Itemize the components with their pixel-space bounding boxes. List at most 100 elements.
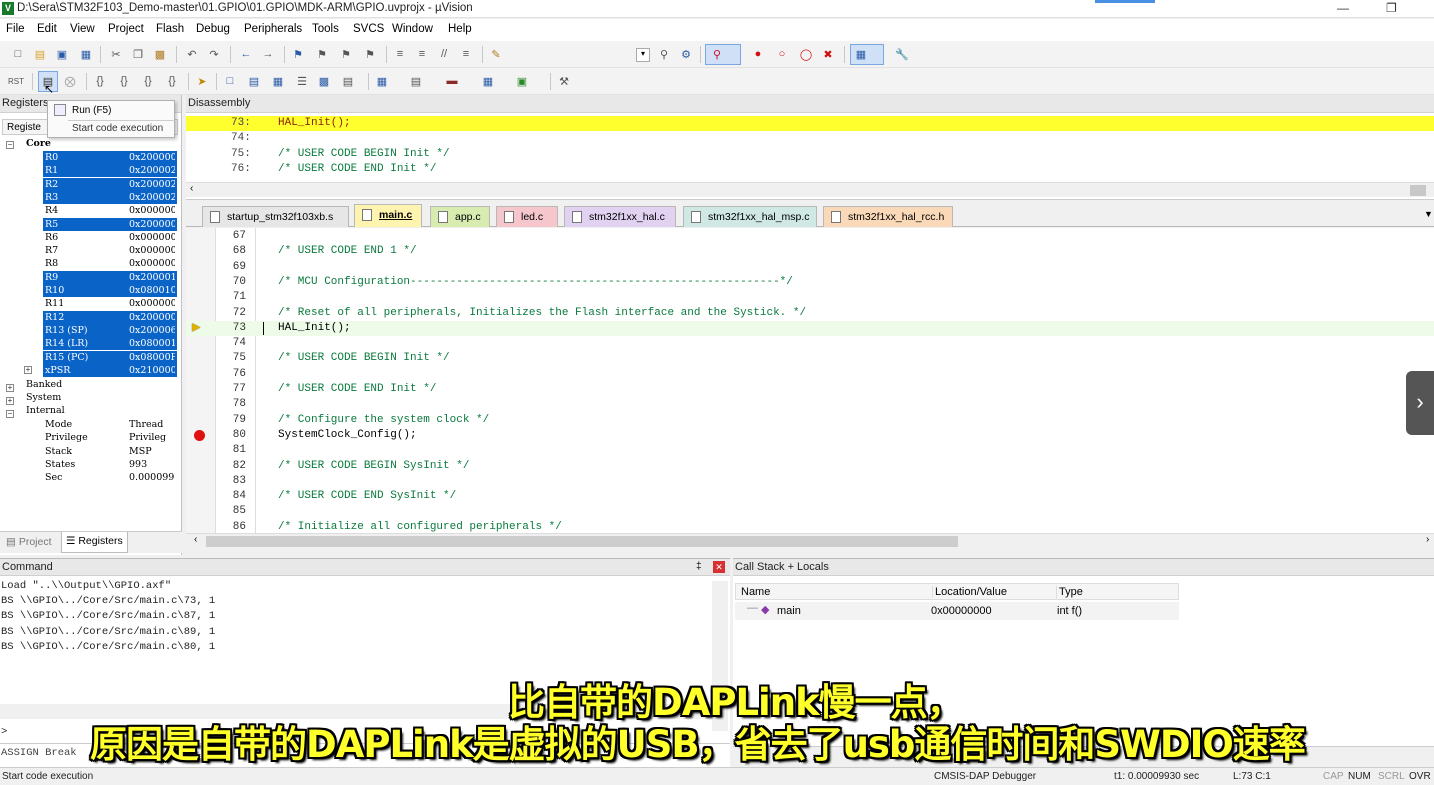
register-value[interactable]: 0x000000 xyxy=(129,257,175,270)
disassembly-line[interactable]: 75: /* USER CODE BEGIN Init */ xyxy=(186,147,1434,162)
code-line[interactable]: 68 /* USER CODE END 1 */ xyxy=(186,244,1434,259)
menu-window[interactable]: Window xyxy=(392,23,433,35)
code-line[interactable]: 74 xyxy=(186,336,1434,351)
register-row[interactable]: R0 0x200000 xyxy=(0,151,178,164)
register-row[interactable]: R10 0x080010 xyxy=(0,284,178,297)
disassembly-line[interactable]: 74: xyxy=(186,131,1434,146)
command-prompt[interactable]: > xyxy=(1,725,7,740)
register-value[interactable]: 0x000000 xyxy=(129,244,175,257)
code-line[interactable]: 67 xyxy=(186,229,1434,244)
register-row[interactable]: R12 0x200000 xyxy=(0,310,178,324)
disassembly-hscroll[interactable]: ‹ xyxy=(186,182,1434,197)
register-value[interactable]: 0x000000 xyxy=(129,297,175,310)
tab-list-dropdown-icon[interactable]: ▼ xyxy=(1424,209,1433,219)
internal-row[interactable]: Privilege Privileg xyxy=(0,431,178,444)
new-file-icon[interactable]: □ xyxy=(10,46,26,62)
register-row[interactable]: R7 0x000000 xyxy=(0,244,178,257)
code-line[interactable]: 79 /* Configure the system clock */ xyxy=(186,413,1434,428)
command-close-icon[interactable]: ✕ xyxy=(713,561,725,573)
header-name[interactable]: Name xyxy=(741,586,770,598)
find-icon[interactable]: ⚲ xyxy=(656,46,672,62)
insert-breakpoint-icon[interactable]: ● xyxy=(750,46,766,62)
file-tab[interactable]: main.c xyxy=(354,204,422,227)
menu-tools[interactable]: Tools xyxy=(312,23,339,35)
restore-icon[interactable]: ❐ xyxy=(1386,1,1397,15)
disable-breakpoints-icon[interactable]: ◯ xyxy=(798,46,814,62)
bookmark-prev-icon[interactable]: ⚑ xyxy=(314,46,330,62)
register-row[interactable]: R5 0x200000 xyxy=(0,217,178,231)
breakpoint-icon[interactable] xyxy=(194,429,205,441)
toolbox-icon[interactable]: ⚒ xyxy=(556,73,572,89)
register-row[interactable]: R14 (LR) 0x080001 xyxy=(0,337,178,351)
menu-peripherals[interactable]: Peripherals xyxy=(244,23,302,35)
register-row[interactable]: R6 0x000000 xyxy=(0,231,178,244)
code-line[interactable]: 83 xyxy=(186,474,1434,489)
code-line[interactable]: 76 xyxy=(186,367,1434,382)
disassembly-window-icon[interactable]: ▤ xyxy=(246,73,262,89)
bookmark-clear-icon[interactable]: ⚑ xyxy=(362,46,378,62)
menu-view[interactable]: View xyxy=(70,23,95,35)
disassembly-line[interactable]: 73: HAL_Init(); xyxy=(186,116,1434,131)
system-group-label[interactable]: System xyxy=(26,392,61,403)
target-dropdown[interactable]: ▾ xyxy=(636,48,650,62)
code-line[interactable]: 77 /* USER CODE END Init */ xyxy=(186,382,1434,397)
save-icon[interactable]: ▣ xyxy=(54,46,70,62)
register-row[interactable]: R11 0x000000 xyxy=(0,297,178,310)
registers-window-icon[interactable]: ☰ xyxy=(294,73,310,89)
xpsr-expand-icon[interactable]: + xyxy=(24,365,32,374)
paste-icon[interactable]: ▩ xyxy=(152,46,168,62)
menu-svcs[interactable]: SVCS xyxy=(353,23,384,35)
register-row[interactable]: R2 0x200002 xyxy=(0,177,178,191)
file-tab[interactable]: stm32f1xx_hal_msp.c xyxy=(683,206,817,227)
open-folder-icon[interactable]: ▤ xyxy=(32,46,48,62)
register-value[interactable]: 0x200000 xyxy=(129,310,175,324)
trace-window-icon[interactable]: ▦ xyxy=(480,73,496,89)
editor-scroll-thumb[interactable] xyxy=(206,536,958,547)
register-value[interactable]: 0x200001 xyxy=(129,270,175,284)
register-value[interactable]: 0x200002 xyxy=(129,177,175,191)
disassembly-line[interactable]: 76: /* USER CODE END Init */ xyxy=(186,162,1434,177)
register-value[interactable]: 0x080010 xyxy=(129,284,175,297)
menu-flash[interactable]: Flash xyxy=(156,23,184,35)
kill-breakpoints-icon[interactable]: ✖ xyxy=(820,46,836,62)
code-line[interactable]: 81 xyxy=(186,443,1434,458)
editor-scroll-left-icon[interactable]: ‹ xyxy=(194,534,197,545)
run-to-cursor-icon[interactable]: {} xyxy=(164,73,180,89)
nav-back-icon[interactable]: ← xyxy=(238,46,254,62)
tools-wrench-icon[interactable]: 🔧 xyxy=(894,46,910,62)
register-value[interactable]: 0x200002 xyxy=(129,190,175,204)
register-value[interactable]: 0x000000 xyxy=(129,231,175,244)
bookmark-icon[interactable]: ⚑ xyxy=(290,46,306,62)
menu-debug[interactable]: Debug xyxy=(196,23,230,35)
register-value[interactable]: 0x200000 xyxy=(129,151,175,164)
register-row[interactable]: R4 0x000000 xyxy=(0,204,178,217)
internal-row[interactable]: Mode Thread xyxy=(0,418,178,431)
register-value[interactable]: 0x08000F xyxy=(129,350,175,364)
save-all-icon[interactable]: ▦ xyxy=(78,46,94,62)
unindent-icon[interactable]: ≡ xyxy=(414,46,430,62)
register-value[interactable]: 0x200000 xyxy=(129,217,175,231)
reset-icon[interactable]: RST xyxy=(8,73,24,89)
code-line[interactable]: 73 HAL_Init(); ▶ xyxy=(186,320,1434,337)
command-window-icon[interactable]: □ xyxy=(222,73,238,89)
menu-help[interactable]: Help xyxy=(448,23,472,35)
cut-icon[interactable]: ✂ xyxy=(108,46,124,62)
uncomment-icon[interactable]: ≡ xyxy=(458,46,474,62)
symbols-window-icon[interactable]: ▦ xyxy=(270,73,286,89)
minimize-icon[interactable]: — xyxy=(1337,1,1349,15)
register-row[interactable]: R8 0x000000 xyxy=(0,257,178,270)
menu-project[interactable]: Project xyxy=(108,23,144,35)
memory-window-icon[interactable]: ▦ xyxy=(374,73,390,89)
tab-project[interactable]: ▤ Project xyxy=(2,534,56,552)
register-row[interactable]: R15 (PC) 0x08000F xyxy=(0,350,178,364)
banked-group-label[interactable]: Banked xyxy=(26,379,62,390)
comment-icon[interactable]: // xyxy=(436,46,452,62)
register-row[interactable]: R1 0x200002 xyxy=(0,164,178,178)
code-line[interactable]: 78 xyxy=(186,397,1434,412)
step-icon[interactable]: {} xyxy=(92,73,108,89)
code-line[interactable]: 85 xyxy=(186,504,1434,519)
core-group-label[interactable]: Core xyxy=(26,138,51,149)
serial-window-icon[interactable]: ▤ xyxy=(408,73,424,89)
banked-expand-icon[interactable]: + xyxy=(6,384,14,392)
show-next-statement-icon[interactable]: ➤ xyxy=(194,73,210,89)
